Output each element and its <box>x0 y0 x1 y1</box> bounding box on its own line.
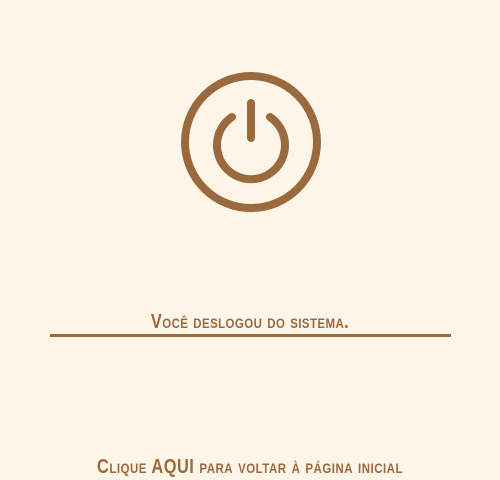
return-instruction: Clique AQUI para voltar à página inicial <box>45 455 455 479</box>
logout-message: Você deslogou do sistema. <box>150 311 350 333</box>
return-suffix: para voltar à página inicial <box>194 456 403 478</box>
divider <box>50 334 451 337</box>
power-icon <box>181 72 321 212</box>
return-prefix: Clique <box>97 456 152 478</box>
return-home-link[interactable]: AQUI <box>151 456 194 478</box>
